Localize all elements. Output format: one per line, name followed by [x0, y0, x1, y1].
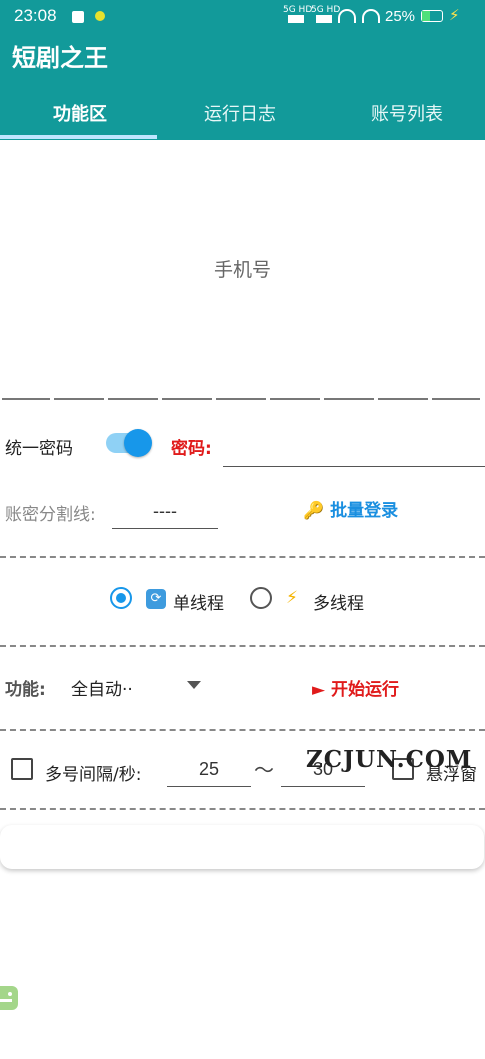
start-run-button[interactable]: ► 开始运行	[312, 675, 399, 700]
toggle-thumb[interactable]	[124, 429, 152, 457]
separator-input[interactable]	[112, 494, 218, 529]
wifi-icon-2	[362, 9, 380, 23]
notification-icon	[72, 11, 84, 23]
android-robot-icon[interactable]	[0, 974, 20, 1014]
start-run-label: 开始运行	[331, 680, 399, 700]
function-label: 功能:	[5, 680, 46, 700]
tab-indicator	[0, 135, 157, 139]
network-label-2: 5G HD	[311, 5, 341, 15]
single-thread-radio[interactable]	[110, 587, 132, 609]
batch-login-label: 批量登录	[330, 501, 399, 521]
network-label-1: 5G HD	[283, 5, 313, 15]
battery-percent: 25%	[385, 8, 416, 25]
password-label: 密码:	[171, 439, 212, 459]
function-dropdown-value: 全自动··	[71, 680, 133, 700]
empty-card	[0, 825, 484, 869]
single-thread-label: 单线程	[173, 594, 224, 614]
key-icon: 🔑	[303, 501, 325, 521]
charging-icon: ⚡	[449, 6, 460, 24]
tab-label: 功能区	[53, 104, 107, 125]
interval-checkbox[interactable]	[11, 758, 33, 780]
play-icon: ►	[312, 680, 326, 700]
app-notification-icon	[95, 11, 105, 21]
phone-underline-gaps	[0, 397, 485, 401]
status-time: 23:08	[14, 6, 57, 25]
battery-icon	[421, 10, 443, 22]
password-input[interactable]	[223, 430, 485, 467]
watermark: ZCJUN.COM	[306, 746, 473, 773]
tab-label: 账号列表	[371, 104, 443, 125]
signal-bars-icon-2	[316, 15, 332, 23]
app-title: 短剧之王	[12, 44, 108, 72]
divider	[0, 808, 485, 810]
caret-down-icon	[187, 681, 201, 689]
divider	[0, 729, 485, 731]
tab-run-log[interactable]: 运行日志	[160, 100, 320, 140]
tab-function-area[interactable]: 功能区	[0, 100, 160, 140]
multi-thread-radio[interactable]	[250, 587, 272, 609]
signal-5g-icon-2: 5G HD	[311, 6, 340, 15]
batch-login-button[interactable]: 🔑 批量登录	[303, 496, 398, 521]
divider	[0, 645, 485, 647]
separator-label: 账密分割线:	[5, 505, 96, 525]
multi-thread-label: 多线程	[313, 594, 364, 614]
refresh-icon: ⟳	[146, 589, 166, 609]
tab-account-list[interactable]: 账号列表	[327, 100, 485, 140]
wifi-icon-1	[338, 9, 356, 23]
divider	[0, 556, 485, 558]
range-tilde: ～	[254, 758, 274, 782]
interval-min-input[interactable]	[167, 752, 251, 787]
tab-label: 运行日志	[204, 104, 276, 125]
battery-level	[422, 11, 430, 21]
unified-password-label: 统一密码	[5, 439, 73, 459]
interval-label: 多号间隔/秒:	[45, 765, 142, 785]
phone-placeholder: 手机号	[213, 259, 271, 281]
signal-5g-icon-1: 5G HD	[283, 6, 312, 15]
lightning-icon: ⚡	[286, 588, 298, 608]
signal-bars-icon-1	[288, 15, 304, 23]
